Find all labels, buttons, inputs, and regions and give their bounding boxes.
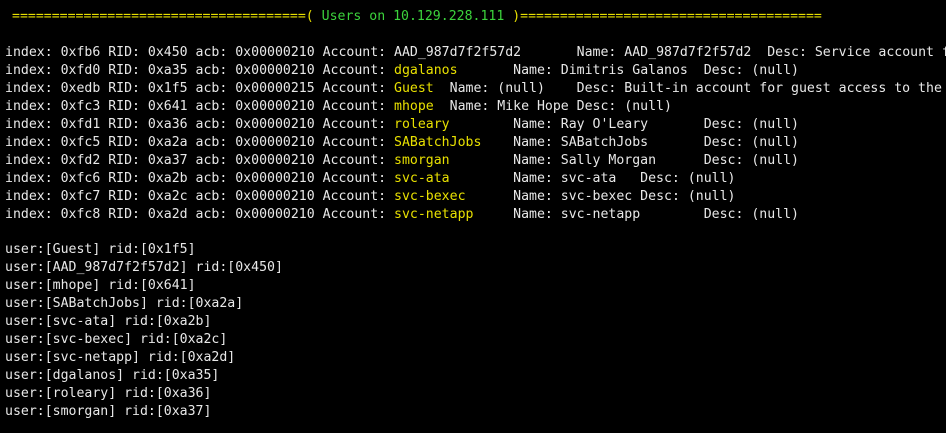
enum-row-prefix: index: 0xedb RID: 0x1f5 acb: 0x00000215 … xyxy=(5,81,395,96)
user-row: user:[mhope] rid:[0x641] xyxy=(5,278,196,293)
enum-row-rest: Name: Ray O'Leary Desc: (null) xyxy=(449,117,799,132)
banner-left-rule: =====================================( xyxy=(12,9,322,24)
enum-row-rest: Name: SABatchJobs Desc: (null) xyxy=(481,135,799,150)
enum-row: index: 0xfc8 RID: 0xa2d acb: 0x00000210 … xyxy=(5,206,799,224)
enum-row: index: 0xfc5 RID: 0xa2a acb: 0x00000210 … xyxy=(5,134,799,152)
user-row: user:[svc-bexec] rid:[0xa2c] xyxy=(5,332,228,347)
enum-row-prefix: index: 0xfb6 RID: 0x450 acb: 0x00000210 … xyxy=(5,45,395,60)
enum-row-rest: Name: AAD_987d7f2f57d2 Desc: Service acc… xyxy=(576,45,946,60)
enum-row-account: Guest xyxy=(394,81,434,96)
enum-row-rest: Name: Dimitris Galanos Desc: (null) xyxy=(457,63,799,78)
user-row: user:[svc-ata] rid:[0xa2b] xyxy=(5,314,212,329)
enum-row-account: roleary xyxy=(394,117,450,132)
enum-row: index: 0xedb RID: 0x1f5 acb: 0x00000215 … xyxy=(5,80,942,98)
enum-row: index: 0xfd1 RID: 0xa36 acb: 0x00000210 … xyxy=(5,116,799,134)
section-banner: =====================================( U… xyxy=(12,8,822,26)
enum-row-prefix: index: 0xfd0 RID: 0xa35 acb: 0x00000210 … xyxy=(5,63,395,78)
user-row: user:[roleary] rid:[0xa36] xyxy=(5,386,212,401)
user-row: user:[AAD_987d7f2f57d2] rid:[0x450] xyxy=(5,260,283,275)
enum-row-account: AAD_987d7f2f57d2 xyxy=(394,45,522,60)
enum-row-prefix: index: 0xfc7 RID: 0xa2c acb: 0x00000210 … xyxy=(5,189,395,204)
enum-row: index: 0xfb6 RID: 0x450 acb: 0x00000210 … xyxy=(5,44,946,62)
enum-row-prefix: index: 0xfd1 RID: 0xa36 acb: 0x00000210 … xyxy=(5,117,395,132)
enum-row-rest: Name: Sally Morgan Desc: (null) xyxy=(449,153,799,168)
enum-row-prefix: index: 0xfd2 RID: 0xa37 acb: 0x00000210 … xyxy=(5,153,395,168)
user-row: user:[smorgan] rid:[0xa37] xyxy=(5,404,212,419)
user-row: user:[SABatchJobs] rid:[0xa2a] xyxy=(5,296,244,311)
enum-row: index: 0xfc3 RID: 0x641 acb: 0x00000210 … xyxy=(5,98,672,116)
enum-row-rest: Name: svc-netapp Desc: (null) xyxy=(473,207,799,222)
enum-row: index: 0xfd2 RID: 0xa37 acb: 0x00000210 … xyxy=(5,152,799,170)
enum-row-account: svc-bexec xyxy=(394,189,466,204)
banner-title: Users on 10.129.228.111 xyxy=(321,9,505,24)
enum-row-prefix: index: 0xfc5 RID: 0xa2a acb: 0x00000210 … xyxy=(5,135,395,150)
enum-row-prefix: index: 0xfc3 RID: 0x641 acb: 0x00000210 … xyxy=(5,99,395,114)
banner-right-rule: )====================================== xyxy=(504,9,822,24)
enum-row-rest: Name: svc-bexec Desc: (null) xyxy=(465,189,736,204)
enum-row: index: 0xfc7 RID: 0xa2c acb: 0x00000210 … xyxy=(5,188,735,206)
enum-row-account: mhope xyxy=(394,99,434,114)
enum-row-rest: Name: (null) Desc: Built-in account for … xyxy=(433,81,942,96)
enum-row-account: dgalanos xyxy=(394,63,458,78)
enum-row-account: svc-netapp xyxy=(394,207,474,222)
enum-row-prefix: index: 0xfc6 RID: 0xa2b acb: 0x00000210 … xyxy=(5,171,395,186)
terminal-window[interactable]: =====================================( U… xyxy=(0,0,946,433)
enum-row: index: 0xfd0 RID: 0xa35 acb: 0x00000210 … xyxy=(5,62,799,80)
enum-row-account: svc-ata xyxy=(394,171,450,186)
user-row: user:[Guest] rid:[0x1f5] xyxy=(5,242,196,257)
enum-row-account: SABatchJobs xyxy=(394,135,482,150)
enum-row-account: smorgan xyxy=(394,153,450,168)
user-row: user:[dgalanos] rid:[0xa35] xyxy=(5,368,220,383)
enum-row-rest: Name: Mike Hope Desc: (null) xyxy=(433,99,672,114)
enum-row: index: 0xfc6 RID: 0xa2b acb: 0x00000210 … xyxy=(5,170,735,188)
user-row: user:[svc-netapp] rid:[0xa2d] xyxy=(5,350,236,365)
enum-row-prefix: index: 0xfc8 RID: 0xa2d acb: 0x00000210 … xyxy=(5,207,395,222)
enum-row-rest: Name: svc-ata Desc: (null) xyxy=(449,171,736,186)
